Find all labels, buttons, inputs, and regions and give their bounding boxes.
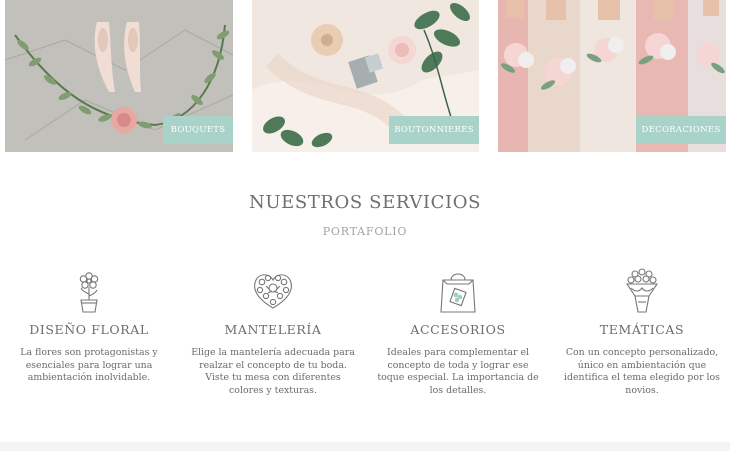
bouquet-icon (625, 268, 659, 313)
heart-wreath-icon (254, 274, 292, 309)
service-accesorios: ACCESORIOS Ideales para complementar el … (368, 266, 548, 397)
service-name: ACCESORIOS (410, 322, 506, 337)
service-description: La flores son protagonistas y esenciales… (20, 347, 158, 384)
bouquets-badge[interactable]: BOUQUETS (163, 116, 233, 144)
service-manteleria: MANTELERÍA Elige la mantelería adecuada … (183, 266, 363, 397)
flower-pot-icon (79, 272, 99, 313)
gallery-tile-decoraciones[interactable]: DECORACIONES (498, 0, 726, 152)
boutonnieres-badge[interactable]: BOUTONNIERES (389, 116, 479, 144)
service-description: Con un concepto personalizado, único en … (563, 347, 720, 396)
service-name: DISEÑO FLORAL (29, 322, 149, 337)
portfolio-gallery: BOUQUETS BOUTONNIERES DECORACIONES (0, 0, 730, 153)
service-tematicas: TEMÁTICAS Con un concepto personalizado,… (552, 266, 730, 397)
gift-bag-icon (440, 273, 476, 313)
service-name: MANTELERÍA (224, 322, 322, 337)
gallery-tile-boutonnieres[interactable]: BOUTONNIERES (252, 0, 479, 152)
gallery-tile-bouquets[interactable]: BOUQUETS (5, 0, 233, 152)
services-title: NUESTROS SERVICIOS (248, 192, 482, 213)
service-description: Elige la mantelería adecuada para realza… (191, 347, 355, 396)
service-diseno-floral: DISEÑO FLORAL La flores son protagonista… (0, 266, 179, 385)
services-subtitle: PORTAFOLIO (322, 225, 408, 238)
service-name: TEMÁTICAS (599, 322, 685, 337)
footer-band (0, 442, 730, 451)
decoraciones-badge[interactable]: DECORACIONES (636, 116, 726, 144)
service-description: Ideales para complementar el concepto de… (377, 347, 539, 396)
